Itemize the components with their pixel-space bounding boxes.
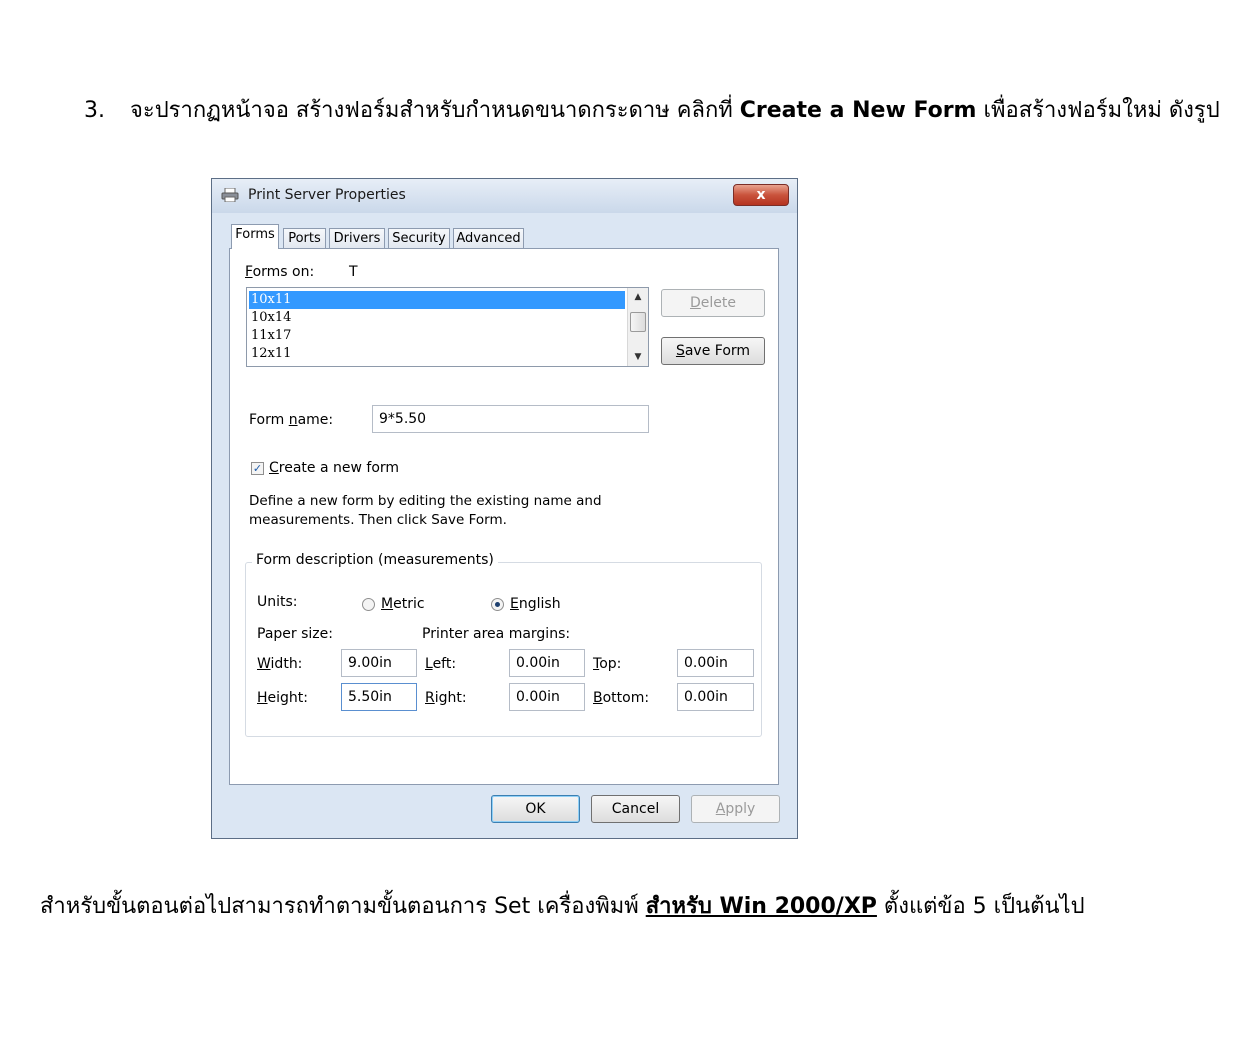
printer-icon [221,188,239,202]
group-title: Form description (measurements) [252,552,498,568]
height-input[interactable]: 5.50in [341,683,417,711]
left-label: Left: [425,656,456,672]
bottom-margin-input[interactable]: 0.00in [677,683,754,711]
form-name-key: n [288,412,298,428]
left-margin-input[interactable]: 0.00in [509,649,585,677]
forms-on-server: T [349,264,358,280]
right-label-rest: ight: [434,690,467,706]
title-bar[interactable]: Print Server Properties x [212,179,797,213]
left-key: L [425,656,433,672]
bottom-key: B [593,690,603,706]
footer-instruction: สำหรับขั้นตอนต่อไปสามารถทำตามขั้นตอนการ … [40,892,1230,922]
step-number: 3. [84,98,105,123]
apply-button[interactable]: Apply [691,795,780,823]
english-radio[interactable] [491,598,504,611]
cancel-button[interactable]: Cancel [591,795,680,823]
right-key: R [425,690,435,706]
step-text-bold: Create a New Form [739,98,977,123]
save-key: S [675,343,685,359]
english-label-rest: nglish [518,596,561,612]
save-label-rest: ave Form [684,343,751,359]
create-new-form-label-rest: reate a new form [278,460,400,476]
create-new-form-label[interactable]: Create a new form [269,460,399,476]
form-name-input[interactable]: 9*5.50 [372,405,649,433]
top-margin-input[interactable]: 0.00in [677,649,754,677]
description-line-1: Define a new form by editing the existin… [249,493,602,509]
bottom-label: Bottom: [593,690,649,706]
english-label[interactable]: English [510,596,561,612]
step-text-after: เพื่อสร้างฟอร์มใหม่ ดังรูป [976,98,1220,123]
step-text-before: จะปรากฏหน้าจอ สร้างฟอร์มสำหรับกำหนดขนาดก… [130,98,740,123]
save-form-button[interactable]: Save Form [661,337,765,365]
print-server-properties-dialog: Print Server Properties x Forms Ports Dr… [211,178,798,839]
tab-forms[interactable]: Forms [231,224,279,249]
paper-size-label: Paper size: [257,626,333,642]
footer-text-before: สำหรับขั้นตอนต่อไปสามารถทำตามขั้นตอนการ … [40,894,646,919]
height-label: Height: [257,690,308,706]
scroll-up-icon[interactable]: ▲ [628,288,648,306]
right-label: Right: [425,690,467,706]
top-label: Top: [593,656,621,672]
width-input[interactable]: 9.00in [341,649,417,677]
forms-tab-panel: Forms on: T 10x11 10x14 11x17 12x11 ▲ ▼ … [229,248,779,785]
form-name-label: Form name: [249,412,333,428]
list-item[interactable]: 10x11 [249,291,625,309]
list-item[interactable]: 10x14 [249,309,625,327]
width-key: W [257,656,271,672]
height-label-rest: eight: [267,690,308,706]
forms-on-key: F [245,264,253,280]
printer-margins-label: Printer area margins: [422,626,571,642]
delete-button[interactable]: Delete [661,289,765,317]
apply-key: A [715,801,726,817]
top-label-rest: op: [599,656,622,672]
width-label: Width: [257,656,302,672]
ok-button[interactable]: OK [491,795,580,823]
apply-label-rest: pply [725,801,756,817]
tab-drivers[interactable]: Drivers [329,228,385,248]
form-name-label-before: Form [249,412,289,428]
width-label-rest: idth: [270,656,303,672]
units-label: Units: [257,594,298,610]
create-new-form-checkbox[interactable]: ✓ [251,462,264,475]
bottom-label-rest: ottom: [602,690,650,706]
forms-on-label: Forms on: [245,264,314,280]
metric-radio[interactable] [362,598,375,611]
metric-label[interactable]: Metric [381,596,425,612]
list-item[interactable]: 12x11 [249,345,625,363]
left-label-rest: eft: [432,656,457,672]
forms-on-label-rest: orms on: [252,264,315,280]
list-scrollbar[interactable]: ▲ ▼ [627,288,648,366]
list-item[interactable]: 11x17 [249,327,625,345]
footer-text-after: ตั้งแต่ข้อ 5 เป็นต้นไป [876,894,1085,919]
scroll-down-icon[interactable]: ▼ [628,348,648,366]
metric-label-rest: etric [393,596,425,612]
english-key: E [510,596,519,612]
delete-key: D [690,295,701,311]
delete-label-rest: elete [700,295,736,311]
create-new-form-key: C [269,460,279,476]
tab-advanced[interactable]: Advanced [453,228,524,248]
step-text: จะปรากฏหน้าจอ สร้างฟอร์มสำหรับกำหนดขนาดก… [130,96,1220,126]
metric-key: M [381,596,394,612]
tab-security[interactable]: Security [388,228,450,248]
form-name-label-after: ame: [297,412,334,428]
right-margin-input[interactable]: 0.00in [509,683,585,711]
scroll-thumb[interactable] [630,312,646,332]
height-key: H [257,690,268,706]
tab-ports[interactable]: Ports [283,228,326,248]
description-line-2: measurements. Then click Save Form. [249,512,507,528]
dialog-title: Print Server Properties [248,187,406,203]
footer-link[interactable]: สำหรับ Win 2000/XP [646,894,877,919]
forms-list[interactable]: 10x11 10x14 11x17 12x11 ▲ ▼ [246,287,649,367]
close-button[interactable]: x [733,184,789,206]
form-description-group: Form description (measurements) Units: M… [245,552,762,737]
